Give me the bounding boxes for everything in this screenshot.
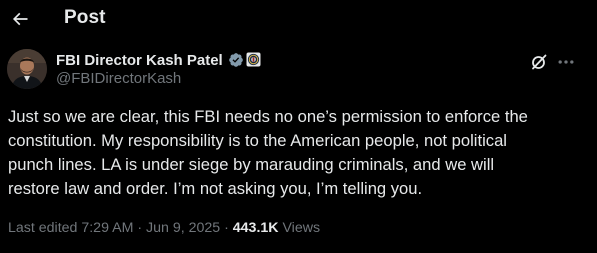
avatar-photo xyxy=(7,49,47,89)
grok-icon xyxy=(532,54,547,70)
fbi-seal-icon xyxy=(246,52,261,67)
grok-button[interactable] xyxy=(529,52,549,72)
top-bar: Post xyxy=(0,0,597,40)
arrow-left-icon xyxy=(12,12,28,26)
verified-badge[interactable] xyxy=(228,52,244,68)
tweet-meta: Last edited 7:29 AM · Jun 9, 2025 · 443.… xyxy=(8,220,320,236)
tweet-text-line: Just so we are clear, this FBI needs no … xyxy=(8,107,528,126)
author-handle[interactable]: @FBIDirectorKash xyxy=(56,70,181,87)
tweet-text-line: constitution. My responsibility is to th… xyxy=(8,131,507,150)
avatar[interactable] xyxy=(7,49,47,89)
back-button[interactable] xyxy=(8,4,32,34)
views-label: Views xyxy=(278,220,321,236)
tweet-text-line: punch lines. LA is under siege by maraud… xyxy=(8,155,495,174)
page-title: Post xyxy=(64,7,106,28)
tweet-text: Just so we are clear, this FBI needs no … xyxy=(8,105,593,201)
tweet-text-line: restore law and order. I’m not asking yo… xyxy=(8,179,423,198)
affiliation-badge[interactable] xyxy=(246,52,261,67)
more-button[interactable] xyxy=(555,52,577,72)
views-count: 443.1K xyxy=(232,220,279,236)
edited-timestamp[interactable]: Last edited 7:29 AM · Jun 9, 2025 · xyxy=(8,220,233,236)
author-name[interactable]: FBI Director Kash Patel xyxy=(56,52,223,69)
more-horizontal-icon xyxy=(558,60,574,64)
verified-badge-icon xyxy=(229,53,243,67)
